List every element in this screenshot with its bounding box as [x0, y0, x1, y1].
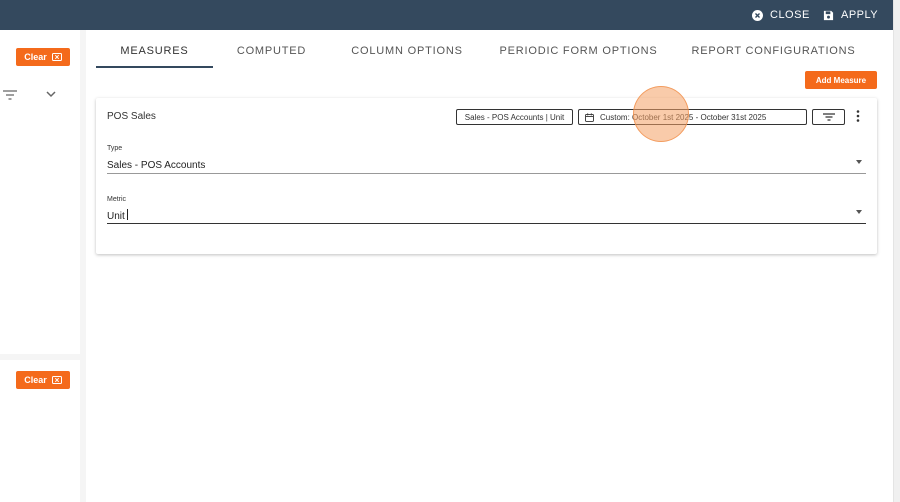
text-cursor	[126, 209, 128, 221]
filter-icon	[822, 113, 835, 121]
clear-label: Clear	[24, 375, 47, 385]
dropdown-arrow-icon	[856, 210, 862, 214]
calendar-icon	[585, 112, 594, 122]
apply-button[interactable]: APPLY	[823, 0, 878, 30]
add-measure-button[interactable]: Add Measure	[805, 71, 877, 89]
date-range-chip[interactable]: Custom: October 1st 2025 - October 31st …	[578, 109, 807, 125]
clear-x-icon	[51, 53, 62, 61]
left-filter-panel-bottom: Clear	[0, 360, 80, 502]
tab-column-options[interactable]: COLUMN OPTIONS	[341, 40, 473, 68]
tab-report-configurations[interactable]: REPORT CONFIGURATIONS	[691, 40, 856, 68]
left-filter-panel-top: Clear	[0, 30, 80, 354]
close-circle-icon	[752, 9, 763, 21]
top-bar: CLOSE APPLY	[0, 0, 893, 30]
metric-value: Unit	[107, 211, 125, 222]
dropdown-arrow-icon	[856, 160, 862, 164]
metric-label: Metric	[107, 196, 127, 203]
type-select[interactable]: Type Sales - POS Accounts	[107, 145, 866, 174]
close-label: CLOSE	[770, 9, 810, 21]
measure-card: POS Sales Sales - POS Accounts | Unit Cu…	[96, 98, 877, 254]
apply-label: APPLY	[841, 9, 879, 21]
more-vertical-icon[interactable]	[854, 109, 862, 123]
chevron-down-icon[interactable]	[46, 91, 56, 98]
main-panel: MEASURES COMPUTED COLUMN OPTIONS PERIODI…	[86, 30, 893, 502]
account-chip[interactable]: Sales - POS Accounts | Unit	[456, 109, 573, 125]
type-label: Type	[107, 145, 123, 152]
tab-measures[interactable]: MEASURES	[96, 40, 213, 68]
close-button[interactable]: CLOSE	[752, 0, 810, 30]
filter-icon[interactable]	[3, 90, 17, 100]
clear-x-icon	[51, 376, 62, 384]
clear-label: Clear	[24, 52, 47, 62]
measure-filter-button[interactable]	[812, 109, 845, 125]
type-value: Sales - POS Accounts	[107, 160, 206, 171]
scrollbar-track[interactable]	[893, 0, 900, 502]
date-range-label: Custom: October 1st 2025 - October 31st …	[600, 112, 767, 122]
tab-computed[interactable]: COMPUTED	[213, 40, 330, 68]
save-icon	[823, 10, 834, 20]
tab-periodic-form-options[interactable]: PERIODIC FORM OPTIONS	[496, 40, 661, 68]
clear-button-bottom[interactable]: Clear	[16, 371, 70, 389]
clear-button-top[interactable]: Clear	[16, 48, 70, 66]
metric-select[interactable]: Metric Unit	[107, 196, 866, 224]
measure-title: POS Sales	[107, 111, 156, 122]
